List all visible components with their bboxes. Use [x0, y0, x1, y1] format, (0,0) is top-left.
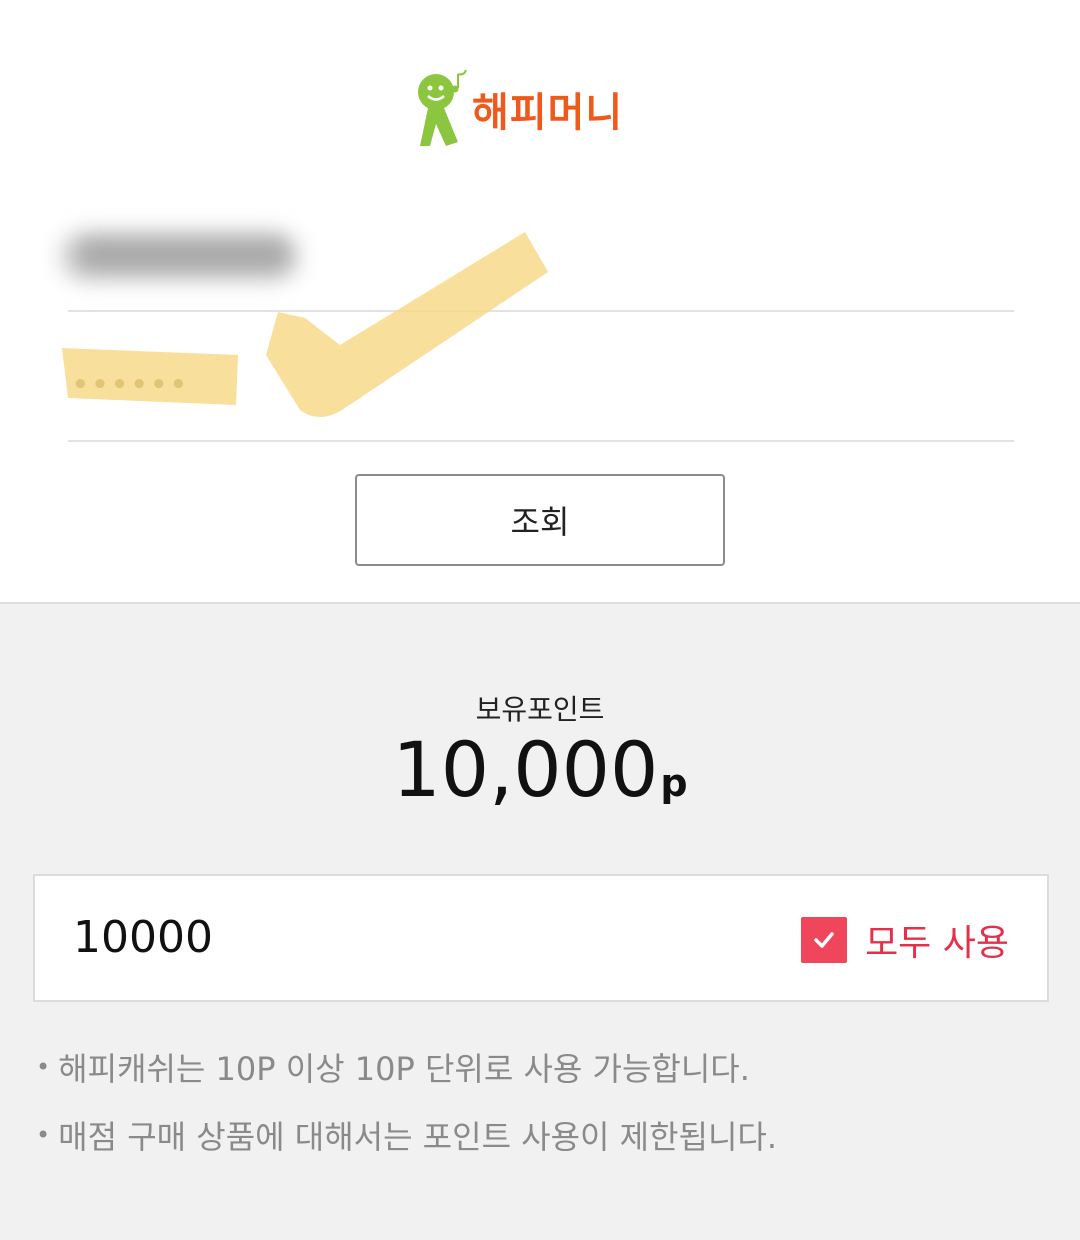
use-all-toggle[interactable]: 모두 사용	[801, 914, 1009, 966]
points-section: 보유포인트 10,000p 10000 모두 사용 • 해피캐쉬는 10P 이상…	[0, 602, 1080, 1240]
id-field[interactable]	[60, 200, 1014, 312]
happymoney-mascot-icon	[418, 69, 467, 146]
points-unit: p	[660, 761, 688, 805]
use-all-label: 모두 사용	[865, 923, 1009, 964]
bullet-icon: •	[36, 1053, 51, 1081]
checkmark-icon	[814, 932, 834, 948]
use-all-checkbox[interactable]	[801, 917, 848, 963]
bullet-icon: •	[36, 1121, 51, 1149]
password-mask: ••••••	[72, 370, 190, 400]
points-value: 10,000	[392, 725, 659, 814]
logo-text: 해피머니	[472, 90, 624, 136]
notes-list: • 해피캐쉬는 10P 이상 10P 단위로 사용 가능합니다. • 매점 구매…	[36, 1044, 777, 1180]
id-value-blur-core	[78, 240, 288, 270]
login-section: 해피머니 •••••• 조회	[0, 0, 1080, 602]
points-amount: 10,000p	[0, 732, 1080, 808]
note-item: • 해피캐쉬는 10P 이상 10P 단위로 사용 가능합니다.	[36, 1044, 777, 1090]
note-text: 해피캐쉬는 10P 이상 10P 단위로 사용 가능합니다.	[58, 1050, 750, 1088]
points-label: 보유포인트	[475, 693, 605, 726]
query-button[interactable]: 조회	[355, 474, 725, 566]
happymoney-logo: 해피머니	[412, 66, 672, 152]
password-field[interactable]: ••••••	[68, 330, 1014, 442]
use-points-input-box[interactable]: 10000 모두 사용	[33, 874, 1049, 1002]
note-text: 매점 구매 상품에 대해서는 포인트 사용이 제한됩니다.	[58, 1118, 778, 1156]
use-points-input[interactable]: 10000	[73, 912, 213, 963]
note-item: • 매점 구매 상품에 대해서는 포인트 사용이 제한됩니다.	[36, 1112, 777, 1158]
